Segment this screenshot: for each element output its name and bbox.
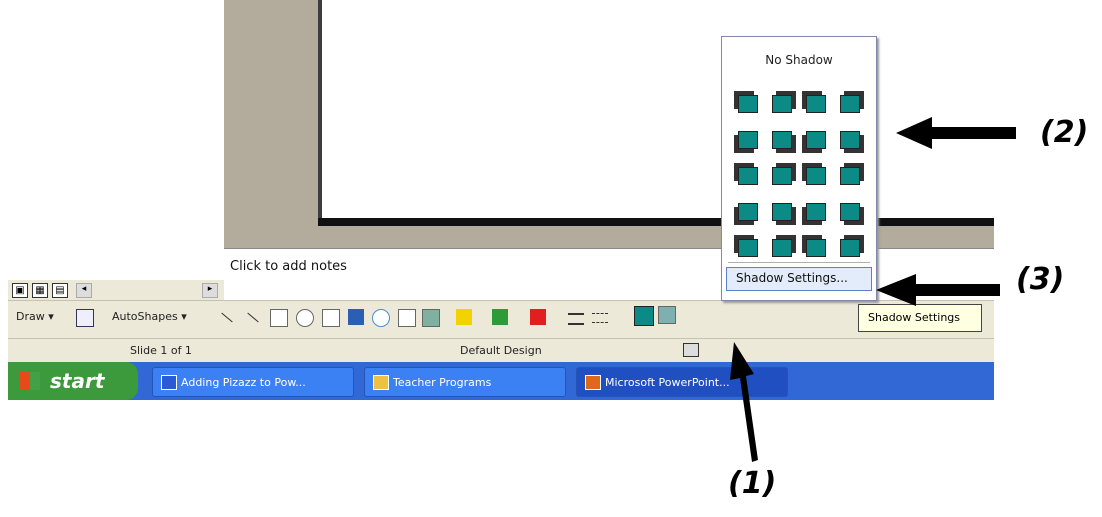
callout-arrows bbox=[730, 117, 1016, 462]
callout-label-2: (2) bbox=[1040, 115, 1089, 150]
callout-arrow-1 bbox=[730, 342, 758, 462]
callout-arrow-3 bbox=[876, 274, 1000, 306]
callout-label-1: (1) bbox=[728, 466, 777, 501]
callout-label-3: (3) bbox=[1016, 262, 1065, 297]
callout-arrow-2 bbox=[896, 117, 1016, 149]
